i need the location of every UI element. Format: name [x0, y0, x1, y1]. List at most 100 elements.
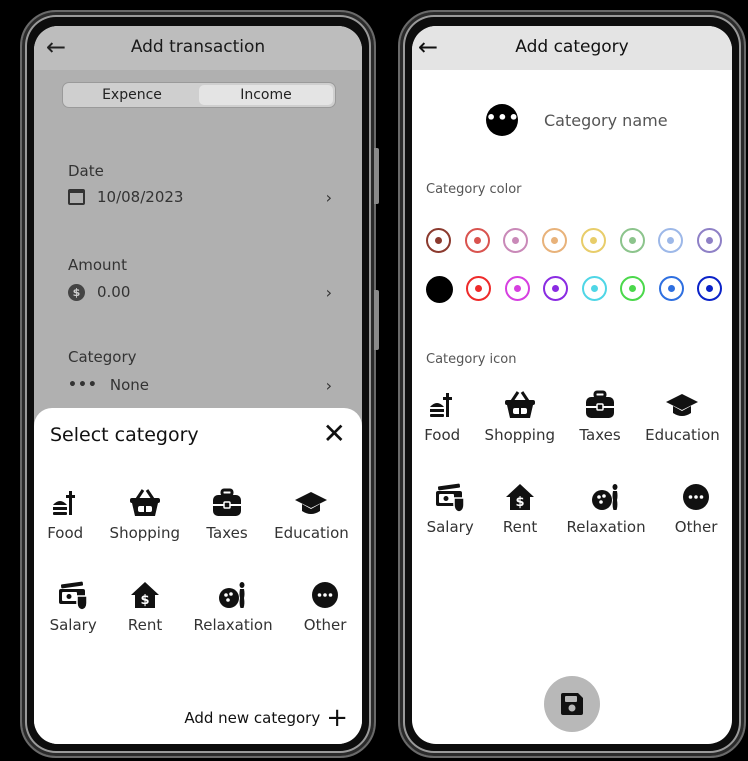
page-title: Add transaction — [130, 37, 266, 57]
close-icon[interactable]: ✕ — [323, 420, 346, 448]
category-label: Salary — [49, 616, 97, 634]
icon-option-rent[interactable]: $ Rent — [503, 482, 537, 536]
basket-icon — [129, 489, 160, 516]
color-swatch-dot — [667, 237, 675, 244]
color-swatch-dot — [552, 285, 560, 292]
bowling-icon — [592, 484, 618, 510]
house-dollar-icon: $ — [506, 484, 535, 510]
category-option-rent[interactable]: $ Rent — [128, 580, 162, 634]
app-bar: ← Add transaction — [34, 26, 362, 70]
more-icon — [312, 582, 339, 608]
food-icon — [430, 393, 453, 417]
color-swatch[interactable] — [543, 276, 569, 301]
icon-option-shopping[interactable]: Shopping — [485, 390, 555, 444]
category-label: Other — [303, 616, 347, 634]
category-option-salary[interactable]: Salary — [50, 580, 97, 634]
type-toggle: Expence Income — [62, 82, 336, 108]
color-swatch-dot — [589, 237, 597, 244]
color-swatch-dot — [705, 285, 713, 292]
icon-option-salary[interactable]: Salary — [427, 482, 474, 536]
category-label: Food — [47, 524, 84, 542]
color-row-2 — [426, 276, 722, 303]
category-option-shopping[interactable]: Shopping — [110, 488, 180, 542]
category-option-relaxation[interactable]: Relaxation — [193, 580, 273, 634]
color-swatch-dot — [475, 285, 483, 292]
color-swatch[interactable] — [464, 228, 490, 253]
amount-field[interactable]: $ 0.00 › — [68, 281, 332, 303]
food-icon — [53, 491, 76, 515]
select-category-sheet: Select category ✕ Food Shopping Taxes Ed… — [34, 408, 362, 744]
save-button[interactable] — [544, 676, 600, 732]
dots-icon: ••• — [68, 377, 98, 393]
color-swatch[interactable] — [620, 276, 646, 301]
calendar-icon — [68, 189, 85, 205]
date-field[interactable]: 10/08/2023 › — [68, 186, 332, 208]
color-swatch[interactable] — [580, 228, 606, 253]
bowling-icon — [219, 582, 245, 608]
category-option-food[interactable]: Food — [47, 488, 83, 542]
category-grid-row-2: Salary $ Rent Relaxation Other — [34, 580, 362, 634]
add-new-category-button[interactable]: Add new category + — [184, 703, 348, 733]
power-button — [374, 290, 379, 350]
chevron-right-icon: › — [325, 187, 332, 207]
briefcase-icon — [213, 488, 242, 516]
color-swatch[interactable] — [658, 276, 684, 301]
icon-label: Education — [645, 426, 720, 444]
color-swatch[interactable] — [696, 228, 722, 253]
color-swatch[interactable] — [426, 228, 451, 253]
add-new-category-label: Add new category — [184, 709, 321, 727]
icon-option-taxes[interactable]: Taxes — [579, 390, 621, 444]
color-swatch[interactable] — [503, 228, 529, 253]
app-bar: ← Add category — [412, 26, 732, 70]
icon-option-relaxation[interactable]: Relaxation — [566, 482, 646, 536]
sheet-title: Select category — [50, 424, 199, 446]
color-swatch[interactable] — [658, 228, 684, 253]
date-label: Date — [68, 162, 104, 180]
phone-frame-add-transaction: ← Add transaction Expence Income Date 10… — [20, 10, 379, 758]
icon-label: Taxes — [579, 426, 621, 444]
color-swatch-dot — [513, 285, 521, 292]
dollar-icon: $ — [68, 283, 85, 301]
category-label: Taxes — [206, 524, 248, 542]
amount-label: Amount — [68, 256, 127, 274]
color-swatch[interactable] — [696, 276, 722, 301]
salary-icon — [59, 581, 88, 610]
color-swatch[interactable] — [619, 228, 645, 253]
house-dollar-icon: $ — [131, 582, 160, 608]
date-value: 10/08/2023 — [97, 188, 184, 206]
category-value: None — [109, 376, 149, 394]
color-swatch[interactable] — [466, 276, 492, 301]
color-swatch[interactable] — [504, 276, 530, 301]
graduation-cap-icon — [666, 394, 699, 416]
amount-value: 0.00 — [97, 283, 131, 301]
category-label: Relaxation — [193, 616, 273, 634]
color-swatch-dot — [435, 237, 442, 244]
color-swatch-dot — [667, 285, 675, 292]
category-option-other[interactable]: Other — [303, 580, 347, 634]
plus-icon: + — [326, 703, 348, 733]
icon-option-other[interactable]: Other — [675, 482, 717, 536]
icon-option-food[interactable]: Food — [424, 390, 460, 444]
category-field[interactable]: ••• None › — [68, 374, 332, 396]
category-label: Shopping — [109, 524, 180, 542]
category-option-taxes[interactable]: Taxes — [206, 488, 248, 542]
color-swatch[interactable] — [426, 276, 453, 303]
category-name-input[interactable]: Category name — [544, 111, 668, 130]
more-icon — [683, 484, 710, 510]
more-icon[interactable]: ••• — [486, 104, 519, 136]
icon-label: Rent — [502, 518, 538, 536]
tab-expence[interactable]: Expence — [65, 85, 199, 105]
page-title: Add category — [515, 37, 629, 57]
color-swatch-dot — [512, 237, 520, 244]
icon-option-education[interactable]: Education — [645, 390, 720, 444]
add-category-screen: ← Add category ••• Category name Categor… — [412, 26, 732, 744]
icon-label: Shopping — [484, 426, 555, 444]
volume-button — [374, 148, 379, 204]
tab-income[interactable]: Income — [199, 85, 333, 105]
icon-grid-row-2: Salary $ Rent Relaxation Other — [412, 482, 732, 536]
color-swatch[interactable] — [542, 228, 568, 253]
color-swatch-dot — [629, 285, 637, 292]
category-option-education[interactable]: Education — [274, 488, 349, 542]
color-swatch-dot — [473, 237, 481, 244]
color-swatch[interactable] — [581, 276, 607, 301]
